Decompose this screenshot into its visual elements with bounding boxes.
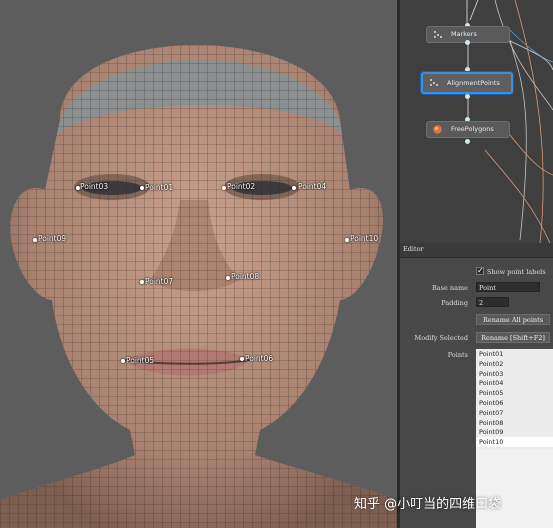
landmark-label[interactable]: Point02 xyxy=(227,182,255,191)
points-icon xyxy=(430,79,438,86)
padding-input[interactable]: 2 xyxy=(476,297,509,307)
rename-selected-button[interactable]: Rename [Shift+F2] xyxy=(476,332,550,343)
landmark-label[interactable]: Point04 xyxy=(298,182,326,191)
landmark-dot[interactable] xyxy=(226,276,230,280)
list-item[interactable]: Point03 xyxy=(476,368,553,379)
list-item-selected[interactable]: Point10 xyxy=(476,437,553,447)
base-name-label: Base name xyxy=(432,284,468,292)
node-label: Markers xyxy=(451,30,477,38)
landmark-label[interactable]: Point01 xyxy=(145,183,173,192)
list-item[interactable]: Point05 xyxy=(476,388,553,398)
node-alignment-points[interactable]: AlignmentPoints xyxy=(421,72,513,94)
base-name-input[interactable]: Point xyxy=(476,282,540,292)
node-output-port[interactable] xyxy=(465,94,470,99)
node-free-polygons[interactable]: FreePolygons xyxy=(426,121,510,138)
show-point-labels-label: Show point labels xyxy=(487,268,546,276)
list-item[interactable]: Point04 xyxy=(476,378,553,389)
polygons-icon xyxy=(433,125,442,134)
landmark-dot[interactable] xyxy=(121,359,125,363)
list-item[interactable]: Point09 xyxy=(476,427,553,438)
editor-title: Editor xyxy=(403,245,424,253)
padding-label: Padding xyxy=(441,299,468,307)
points-list-empty-area[interactable] xyxy=(476,449,553,528)
landmark-label[interactable]: Point06 xyxy=(245,354,273,363)
list-item[interactable]: Point06 xyxy=(476,397,553,408)
watermark: 知乎 @小叮当的四维口袋 xyxy=(354,497,502,512)
landmark-label[interactable]: Point03 xyxy=(80,182,108,191)
landmark-dot[interactable] xyxy=(140,280,144,284)
modify-selected-label: Modify Selected xyxy=(414,334,468,342)
landmark-dot[interactable] xyxy=(222,186,226,190)
list-item[interactable]: Point07 xyxy=(476,407,553,418)
landmark-dot[interactable] xyxy=(140,186,144,190)
points-label: Points xyxy=(447,351,468,359)
list-item[interactable]: Point02 xyxy=(476,358,553,369)
node-output-port[interactable] xyxy=(465,139,470,144)
landmark-dot[interactable] xyxy=(292,186,296,190)
landmark-dot[interactable] xyxy=(240,357,244,361)
head-mesh-render xyxy=(0,0,397,528)
editor-header: Editor xyxy=(400,243,553,258)
landmark-label[interactable]: Point07 xyxy=(145,277,173,286)
node-label: FreePolygons xyxy=(451,125,494,133)
points-list[interactable]: Point01 Point02 Point03 Point04 Point05 … xyxy=(476,349,553,449)
list-item[interactable]: Point01 xyxy=(476,349,553,359)
markers-icon xyxy=(434,31,442,38)
landmark-label[interactable]: Point05 xyxy=(126,356,154,365)
landmark-dot[interactable] xyxy=(33,238,37,242)
landmark-dot[interactable] xyxy=(345,238,349,242)
app-window: Point03 Point01 Point02 Point04 Point09 … xyxy=(0,0,553,528)
rename-all-points-button[interactable]: Rename All points xyxy=(476,314,550,325)
landmark-label[interactable]: Point08 xyxy=(231,272,259,281)
node-graph-panel[interactable]: Markers AlignmentPoints FreePolygons xyxy=(400,0,553,243)
node-label: AlignmentPoints xyxy=(447,79,500,87)
landmark-label[interactable]: Point09 xyxy=(38,234,66,243)
node-output-port[interactable] xyxy=(465,40,470,45)
landmark-label[interactable]: Point10 xyxy=(350,234,378,243)
list-item[interactable]: Point08 xyxy=(476,417,553,428)
3d-viewport[interactable]: Point03 Point01 Point02 Point04 Point09 … xyxy=(0,0,397,528)
